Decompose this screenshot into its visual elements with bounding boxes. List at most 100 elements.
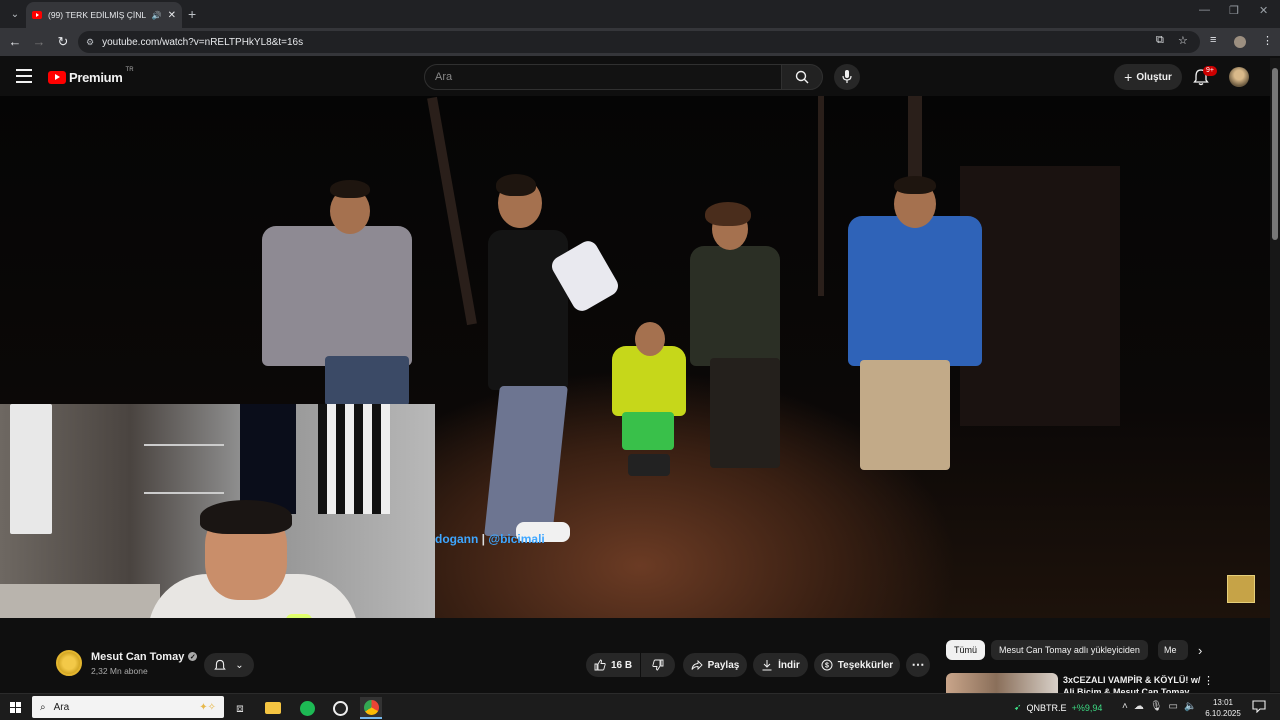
tab-search-chevron-icon[interactable]: ⌄ — [6, 5, 24, 23]
tab-title: (99) TERK EDİLMİŞ ÇİNLİ KÖ — [48, 10, 146, 20]
stock-ticker: QNBTR.E — [1026, 702, 1067, 713]
reading-list-icon[interactable]: ≡ — [1210, 34, 1216, 46]
youtube-premium-logo[interactable]: Premium TR — [48, 67, 134, 86]
channel-avatar[interactable] — [56, 650, 82, 676]
url-text: youtube.com/watch?v=nRELTPHkYL8&t=16s — [102, 36, 304, 48]
chip-from-uploader[interactable]: Mesut Can Tomay adlı yükleyiciden — [991, 640, 1148, 660]
caption-separator: | — [481, 532, 486, 546]
create-button[interactable]: + Oluştur — [1114, 64, 1182, 90]
like-button[interactable]: 16 B — [586, 653, 640, 677]
video-player[interactable] — [0, 96, 1270, 618]
notification-badge: 9+ — [1203, 66, 1217, 76]
streamer-webcam-overlay — [0, 404, 435, 618]
dislike-button[interactable] — [641, 653, 675, 677]
utility-pole — [818, 96, 824, 296]
thanks-button[interactable]: $ Teşekkürler — [814, 653, 900, 677]
share-arrow-icon — [691, 659, 703, 671]
youtube-favicon-icon — [32, 11, 42, 19]
minimize-icon[interactable]: — — [1199, 4, 1210, 16]
search-input[interactable]: Ara — [424, 64, 782, 90]
search-button[interactable] — [781, 64, 823, 90]
file-explorer-icon[interactable] — [262, 697, 284, 719]
recommended-video-title[interactable]: 3xCEZALI VAMPİR & KÖYLÜ! w/ Ali Biçim & … — [1063, 674, 1203, 693]
steelseries-icon[interactable] — [329, 697, 351, 719]
thumbs-down-icon — [652, 659, 664, 671]
bookmark-star-icon[interactable]: ☆ — [1178, 34, 1188, 47]
channel-name[interactable]: Mesut Can Tomay — [91, 651, 184, 663]
spotify-icon[interactable] — [296, 697, 318, 719]
clock-time: 13:01 — [1212, 698, 1234, 707]
site-info-icon[interactable]: ⚙ — [86, 37, 94, 48]
rgb-lamp — [286, 614, 312, 618]
recommended-video-thumbnail[interactable] — [946, 673, 1058, 693]
search-highlight-icon: ✦✧ — [199, 701, 216, 713]
forward-icon[interactable]: → — [30, 33, 48, 51]
chrome-taskbar-icon[interactable] — [360, 697, 382, 719]
chip-partial[interactable]: Me — [1158, 640, 1188, 660]
new-tab-icon[interactable]: + — [188, 6, 196, 22]
account-avatar[interactable] — [1229, 67, 1249, 87]
youtube-header: Premium TR Ara + Oluştur 9+ — [0, 58, 1270, 96]
thanks-label: Teşekkürler — [837, 659, 894, 671]
task-view-icon[interactable]: ⧈ — [229, 697, 251, 719]
notification-center-icon[interactable] — [1252, 700, 1266, 713]
caption-handle-2[interactable]: @bicimali — [488, 532, 544, 546]
menu-hamburger-icon[interactable] — [16, 69, 32, 83]
video-caption-credits: dogann | @bicimali — [435, 532, 545, 546]
more-horizontal-icon: ⋯ — [911, 657, 925, 672]
onedrive-cloud-icon[interactable]: ☁ — [1134, 701, 1144, 712]
utility-pole — [427, 96, 477, 326]
youtube-play-logo-icon — [48, 70, 66, 84]
clock-date: 6.10.2025 — [1205, 709, 1241, 718]
plus-icon: + — [1124, 69, 1133, 85]
logo-country-code: TR — [125, 67, 134, 73]
bell-icon — [214, 659, 227, 670]
hanging-jersey — [318, 404, 390, 514]
close-tab-icon[interactable]: ✕ — [168, 10, 176, 21]
windows-start-icon[interactable] — [10, 702, 21, 713]
network-icon[interactable]: ▭ — [1169, 701, 1178, 712]
address-bar[interactable]: ⚙ youtube.com/watch?v=nRELTPHkYL8&t=16s — [78, 31, 1200, 53]
browser-tab[interactable]: (99) TERK EDİLMİŞ ÇİNLİ KÖ 🔊 ✕ — [26, 2, 182, 28]
close-window-icon[interactable]: ✕ — [1259, 4, 1268, 17]
download-button[interactable]: İndir — [753, 653, 808, 677]
recommended-more-icon[interactable]: ⋮ — [1203, 674, 1214, 687]
create-label: Oluştur — [1136, 71, 1172, 83]
more-actions-button[interactable]: ⋯ — [906, 653, 930, 677]
browser-toolbar: ← → ↻ ⚙ youtube.com/watch?v=nRELTPHkYL8&… — [0, 28, 1280, 56]
restore-icon[interactable]: ❐ — [1229, 4, 1239, 17]
caption-handle-1[interactable]: dogann — [435, 532, 478, 546]
microphone-tray-icon[interactable]: 🎙 — [1150, 701, 1163, 712]
search-icon: ⌕ — [40, 701, 46, 713]
building-silhouette — [960, 166, 1120, 426]
audio-playing-icon[interactable]: 🔊 — [152, 11, 162, 20]
stock-widget[interactable]: ➹ QNBTR.E +%9,94 — [1014, 702, 1102, 713]
reload-icon[interactable]: ↻ — [54, 33, 72, 51]
subscriber-count: 2,32 Mn abone — [91, 665, 148, 676]
share-button[interactable]: Paylaş — [683, 653, 747, 677]
download-icon — [762, 660, 772, 671]
chrome-menu-icon[interactable]: ⋮ — [1262, 34, 1273, 47]
search-placeholder: Ara — [435, 71, 453, 83]
voice-search-button[interactable] — [834, 64, 860, 90]
scrollbar-thumb[interactable] — [1272, 68, 1278, 240]
channel-watermark[interactable] — [1227, 575, 1255, 603]
subscription-notification-button[interactable]: ⌄ — [204, 653, 254, 677]
back-icon[interactable]: ← — [6, 33, 24, 51]
browser-tab-strip: ⌄ (99) TERK EDİLMİŞ ÇİNLİ KÖ 🔊 ✕ + — ❐ ✕ — [0, 0, 1280, 28]
thumbs-up-icon — [594, 659, 606, 671]
stock-change: +%9,94 — [1071, 702, 1103, 713]
chip-all[interactable]: Tümü — [946, 640, 986, 660]
streamer-hair — [200, 500, 292, 534]
taskbar-clock[interactable]: 13:01 6.10.2025 — [1200, 697, 1246, 719]
taskbar-search-box[interactable]: ⌕ Ara ✦✧ — [32, 696, 224, 718]
taskbar-search-text: Ara — [53, 701, 70, 713]
profile-avatar[interactable] — [1234, 36, 1246, 48]
search-icon — [795, 70, 809, 84]
system-tray: ˄ ☁ 🎙 ▭ 🔈 — [1122, 701, 1196, 712]
hanging-jersey — [240, 404, 296, 514]
cast-icon[interactable]: ⧉ — [1156, 34, 1164, 47]
volume-icon[interactable]: 🔈 — [1184, 701, 1196, 712]
tray-chevron-icon[interactable]: ˄ — [1122, 701, 1128, 712]
chips-next-arrow-icon[interactable]: › — [1190, 640, 1210, 660]
